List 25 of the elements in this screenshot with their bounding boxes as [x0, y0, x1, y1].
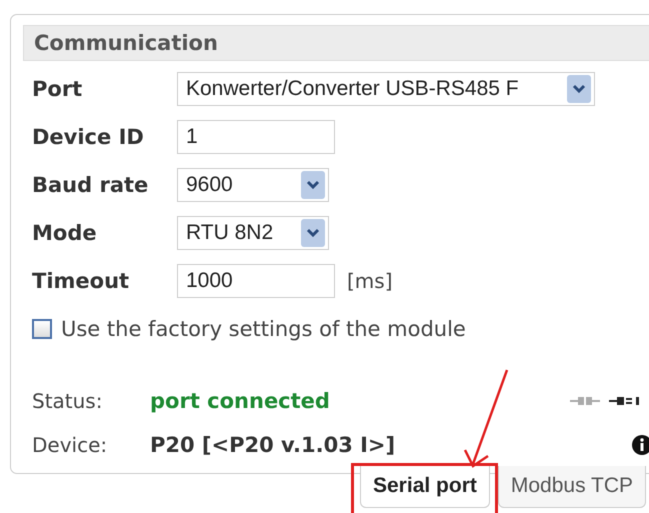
field-label: Baud rate	[32, 173, 150, 197]
tab[interactable]: Serial port	[360, 466, 490, 508]
field-label: Device ID	[32, 125, 145, 149]
input-field[interactable]: 1	[177, 120, 335, 154]
dropdown[interactable]: RTU 8N2	[177, 216, 329, 250]
unit-label: [ms]	[347, 269, 393, 293]
field-label: Port	[32, 77, 84, 101]
chevron-down-icon	[301, 171, 325, 199]
panel-title: Communication	[34, 31, 218, 55]
chevron-down-icon	[567, 75, 591, 103]
checkbox[interactable]	[32, 319, 52, 339]
field-label: Timeout	[32, 269, 130, 293]
status-value: port connected	[150, 389, 330, 413]
dropdown[interactable]: Konwerter/Converter USB-RS485 F	[177, 72, 595, 106]
field-label: Mode	[32, 221, 98, 245]
chevron-down-icon	[301, 219, 325, 247]
plug-icon	[570, 396, 600, 406]
dropdown[interactable]: 9600	[177, 168, 329, 202]
plug-icon	[609, 396, 639, 406]
device-value: P20 [<P20 v.1.03 I>]	[150, 433, 396, 457]
checkbox-label: Use the factory settings of the module	[61, 317, 466, 341]
tab[interactable]: Modbus TCP	[498, 466, 646, 508]
status-label: Status:	[32, 389, 104, 413]
device-label: Device:	[32, 433, 108, 457]
input-field[interactable]: 1000	[177, 264, 335, 298]
